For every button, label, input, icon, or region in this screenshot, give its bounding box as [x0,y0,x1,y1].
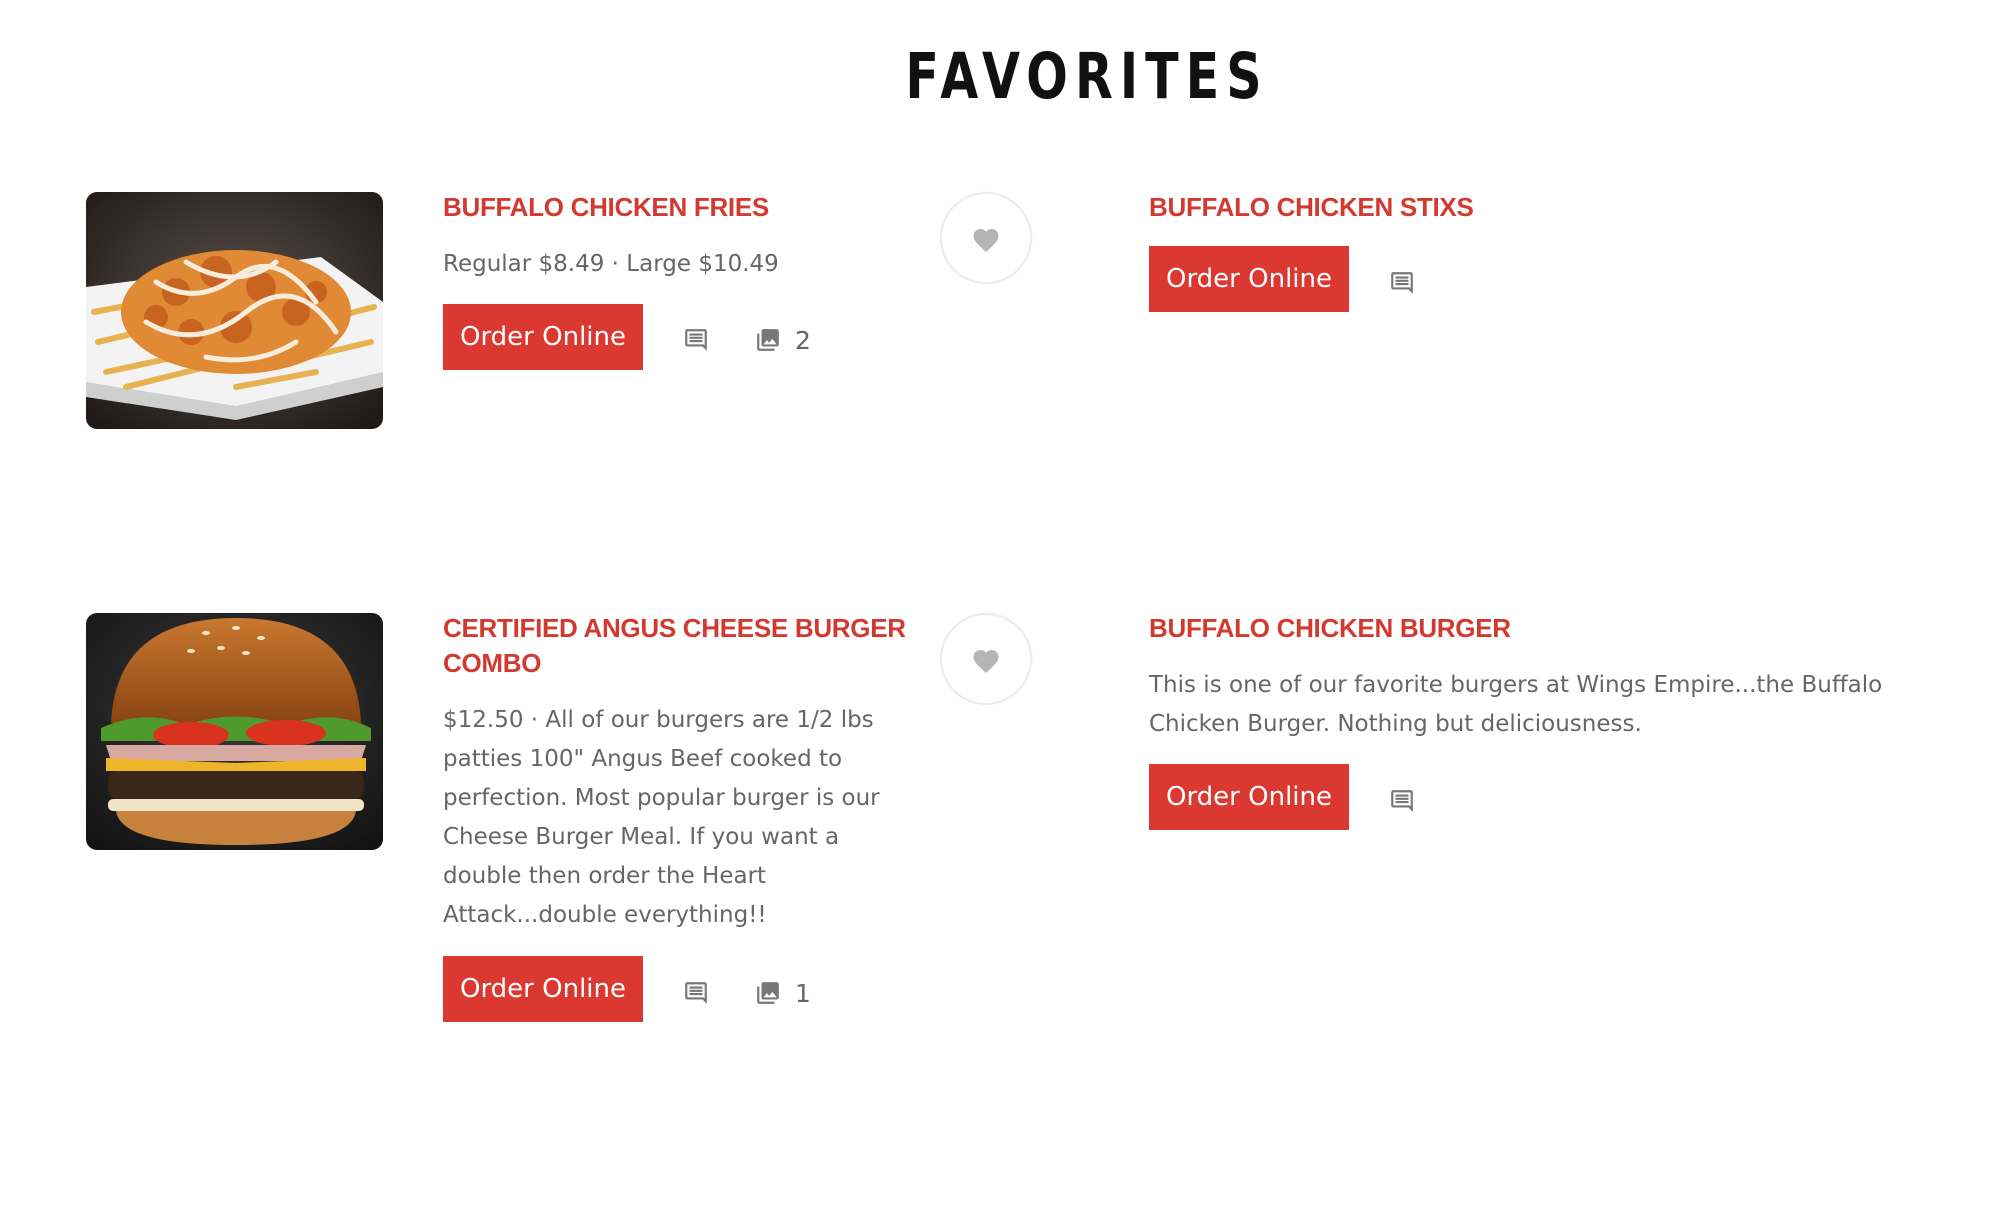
order-online-button[interactable]: Order Online [1149,764,1349,830]
order-online-button[interactable]: Order Online [443,304,643,370]
comment-icon[interactable] [683,980,709,1006]
heart-icon [973,650,999,673]
heart-icon [973,229,999,252]
favorite-button[interactable] [940,192,1032,284]
item-name[interactable]: CERTIFIED ANGUS CHEESE BURGER COMBO [443,611,913,681]
favorite-button[interactable] [940,613,1032,705]
cheese-burger-combo-image[interactable] [86,613,383,850]
section-title: FAVORITES [905,40,1269,113]
item-name[interactable]: BUFFALO CHICKEN FRIES [443,190,769,225]
item-description: $12.50 · All of our burgers are 1/2 lbs … [443,707,880,928]
item-name[interactable]: BUFFALO CHICKEN BURGER [1149,611,1511,646]
photo-count[interactable]: 1 [795,979,811,1009]
comment-icon[interactable] [1389,788,1415,814]
order-online-button[interactable]: Order Online [443,956,643,1022]
item-name[interactable]: BUFFALO CHICKEN STIXS [1149,190,1474,225]
item-description: This is one of our favorite burgers at W… [1149,672,1883,737]
buffalo-chicken-fries-image[interactable] [86,192,383,429]
loaded-fries-photo [86,192,383,429]
cheeseburger-photo [86,613,383,850]
photo-icon[interactable] [755,327,781,353]
comment-icon[interactable] [683,327,709,353]
photo-icon[interactable] [755,980,781,1006]
item-price: Regular $8.49 · Large $10.49 [443,251,779,277]
order-online-button[interactable]: Order Online [1149,246,1349,312]
comment-icon[interactable] [1389,270,1415,296]
photo-count[interactable]: 2 [795,326,811,356]
